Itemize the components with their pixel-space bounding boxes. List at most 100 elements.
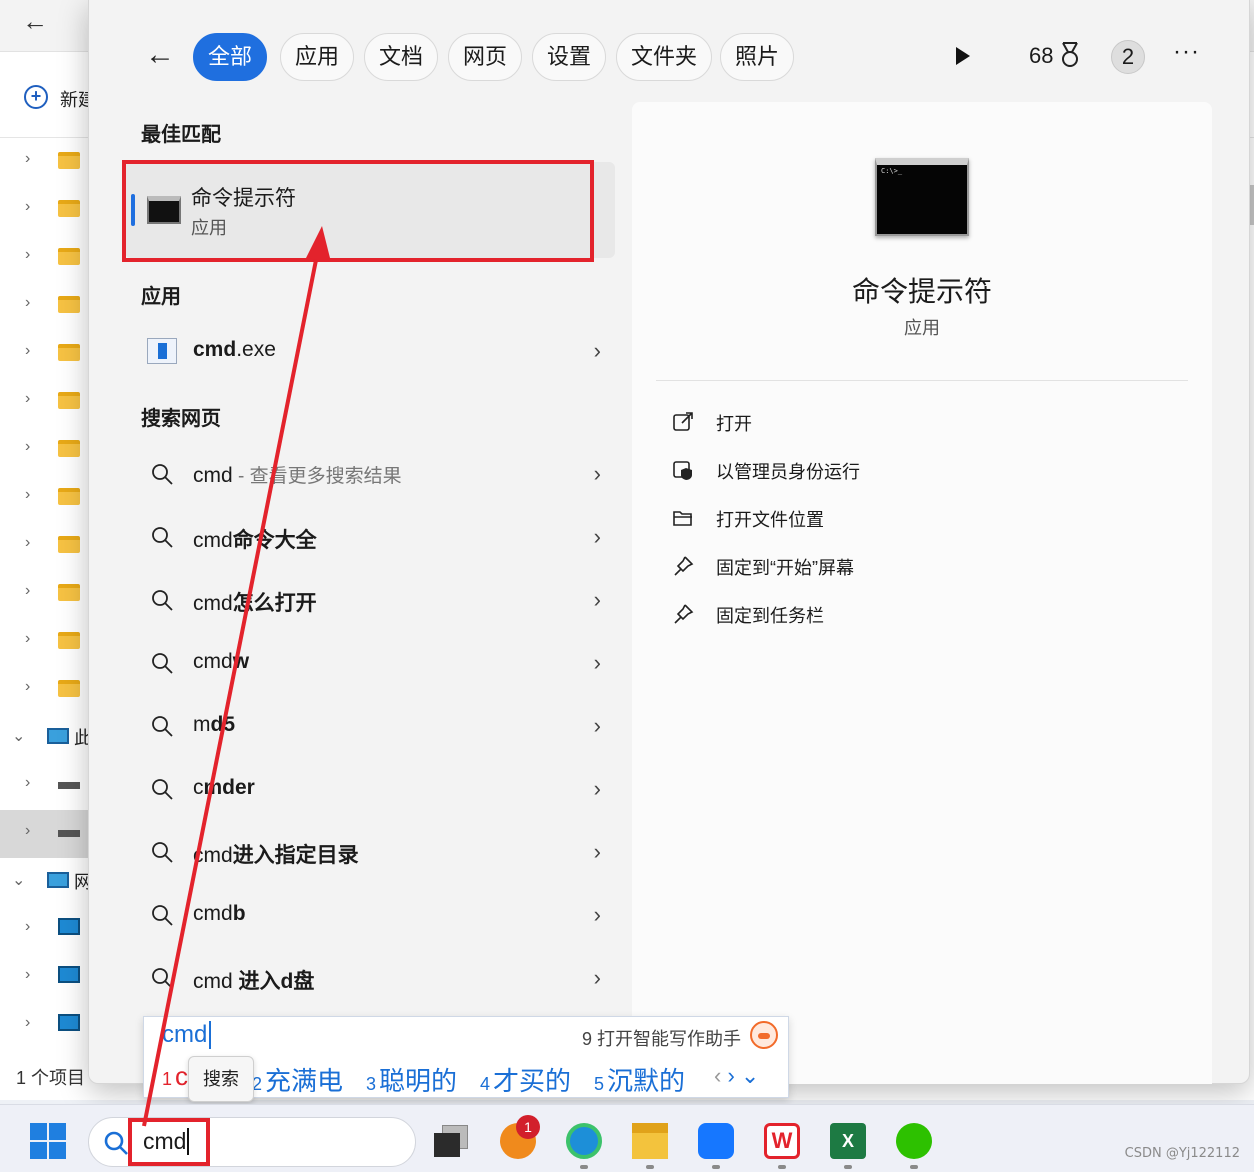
- ime-writing-assistant[interactable]: 9 打开智能写作助手: [582, 1025, 741, 1051]
- chevron-right-icon[interactable]: ›: [25, 438, 30, 456]
- app-result-cmd-exe[interactable]: cmd.exe ›: [125, 324, 615, 382]
- ime-candidate[interactable]: 1c: [162, 1061, 188, 1092]
- web-result-item[interactable]: cmd - 查看更多搜索结果 ›: [125, 447, 615, 505]
- tab-documents[interactable]: 文档: [364, 33, 439, 81]
- account-badge[interactable]: 2: [1111, 40, 1145, 74]
- chevron-right-icon[interactable]: ›: [25, 486, 30, 504]
- candidate-text: 才买的: [493, 1066, 572, 1096]
- tree-item[interactable]: ›: [0, 378, 90, 426]
- folder-icon: [58, 248, 80, 265]
- exe-file-icon: [147, 338, 177, 364]
- chevron-right-icon[interactable]: ›: [25, 150, 30, 168]
- web-result-item[interactable]: md5 ›: [125, 699, 615, 757]
- search-icon: [152, 590, 173, 611]
- chevron-right-icon[interactable]: ›: [25, 678, 30, 696]
- tree-item[interactable]: ›: [0, 234, 90, 282]
- chevron-right-icon[interactable]: ›: [594, 713, 601, 739]
- web-result-item[interactable]: cmd进入指定目录 ›: [125, 825, 615, 883]
- chevron-right-icon[interactable]: ›: [25, 918, 30, 936]
- detail-title: 命令提示符: [851, 276, 992, 307]
- tree-item-this-pc[interactable]: ⌄ 此: [0, 714, 92, 762]
- chevron-right-icon[interactable]: ›: [25, 966, 30, 984]
- rewards-points[interactable]: 68: [1029, 43, 1053, 69]
- search-tooltip: 搜索: [188, 1056, 254, 1102]
- chevron-down-icon[interactable]: ⌄: [741, 1063, 759, 1088]
- medal-icon[interactable]: [1061, 42, 1079, 68]
- tab-settings[interactable]: 设置: [532, 33, 607, 81]
- chevron-right-icon[interactable]: ›: [25, 1014, 30, 1032]
- wps-office-icon[interactable]: W: [764, 1123, 800, 1159]
- chevron-down-icon[interactable]: ⌄: [12, 870, 25, 890]
- ime-candidate[interactable]: 5 沉默的: [594, 1061, 685, 1098]
- tree-item[interactable]: ›: [0, 282, 90, 330]
- ime-candidate[interactable]: 2 充满电: [252, 1061, 343, 1098]
- chevron-right-icon[interactable]: ›: [727, 1063, 734, 1088]
- chevron-right-icon[interactable]: ›: [25, 630, 30, 648]
- tree-item[interactable]: ›: [0, 762, 90, 810]
- excel-icon[interactable]: X: [830, 1123, 866, 1159]
- tree-item[interactable]: ›: [0, 1002, 90, 1050]
- chevron-right-icon[interactable]: ›: [25, 822, 30, 840]
- tree-item[interactable]: ›: [0, 570, 90, 618]
- chevron-right-icon[interactable]: ›: [25, 198, 30, 216]
- new-plus-icon[interactable]: +: [24, 85, 48, 109]
- chevron-left-icon[interactable]: ‹: [714, 1063, 721, 1088]
- assistant-bot-icon[interactable]: [750, 1021, 778, 1049]
- web-result-item[interactable]: cmd 进入d盘 ›: [125, 951, 615, 1009]
- chevron-right-icon[interactable]: ›: [594, 839, 601, 865]
- chevron-right-icon[interactable]: ›: [25, 246, 30, 264]
- chevron-right-icon[interactable]: ›: [594, 965, 601, 991]
- tab-web[interactable]: 网页: [448, 33, 523, 81]
- tree-item[interactable]: ›: [0, 666, 90, 714]
- explorer-back-icon[interactable]: ←: [22, 6, 48, 37]
- file-explorer-icon[interactable]: [632, 1123, 668, 1159]
- tree-item[interactable]: ›: [0, 426, 90, 474]
- feishu-icon[interactable]: [698, 1123, 734, 1159]
- tab-photos[interactable]: 照片: [720, 33, 795, 81]
- chevron-right-icon[interactable]: ›: [25, 342, 30, 360]
- chevron-right-icon[interactable]: ›: [25, 774, 30, 792]
- tree-item[interactable]: ›: [0, 522, 90, 570]
- web-result-item[interactable]: cmder ›: [125, 762, 615, 820]
- tree-item[interactable]: ›: [0, 954, 90, 1002]
- ime-candidate[interactable]: 4 才买的: [480, 1061, 571, 1098]
- chevron-right-icon[interactable]: ›: [25, 534, 30, 552]
- chevron-right-icon[interactable]: ›: [594, 650, 601, 676]
- tree-item[interactable]: ›: [0, 186, 90, 234]
- ime-page-nav[interactable]: ‹ › ⌄: [714, 1063, 759, 1089]
- tab-apps[interactable]: 应用: [280, 33, 355, 81]
- ime-candidate[interactable]: 3 聪明的: [366, 1061, 457, 1098]
- play-icon[interactable]: [956, 47, 970, 65]
- ime-composition-text[interactable]: cmd: [162, 1021, 212, 1049]
- chevron-right-icon[interactable]: ›: [25, 390, 30, 408]
- chevron-right-icon[interactable]: ›: [594, 524, 601, 550]
- tab-folders[interactable]: 文件夹: [616, 33, 713, 81]
- tree-item[interactable]: ›: [0, 330, 90, 378]
- wechat-icon[interactable]: [896, 1123, 932, 1159]
- tree-item[interactable]: ›: [0, 138, 90, 186]
- chevron-right-icon[interactable]: ›: [594, 461, 601, 487]
- tree-item[interactable]: ›: [0, 618, 90, 666]
- edge-browser-icon[interactable]: [566, 1123, 602, 1159]
- chevron-right-icon[interactable]: ›: [594, 902, 601, 928]
- chevron-right-icon[interactable]: ›: [25, 582, 30, 600]
- chevron-right-icon[interactable]: ›: [594, 338, 601, 364]
- tree-item-network[interactable]: ⌄ 网: [0, 858, 92, 906]
- web-result-item[interactable]: cmdb ›: [125, 888, 615, 946]
- tab-all[interactable]: 全部: [193, 33, 268, 81]
- chevron-right-icon[interactable]: ›: [594, 776, 601, 802]
- back-arrow-icon[interactable]: ←: [145, 40, 175, 70]
- tree-item-selected[interactable]: ›: [0, 810, 90, 858]
- web-result-item[interactable]: cmd命令大全 ›: [125, 510, 615, 568]
- windows-start-icon[interactable]: [30, 1123, 66, 1159]
- more-options-icon[interactable]: ···: [1173, 38, 1200, 66]
- chevron-down-icon[interactable]: ⌄: [12, 726, 25, 746]
- task-view-icon[interactable]: [434, 1123, 470, 1159]
- section-web-search: 搜索网页: [141, 408, 221, 430]
- tree-item[interactable]: ›: [0, 474, 90, 522]
- chevron-right-icon[interactable]: ›: [594, 587, 601, 613]
- chevron-right-icon[interactable]: ›: [25, 294, 30, 312]
- tree-item[interactable]: ›: [0, 906, 90, 954]
- web-result-item[interactable]: cmdw ›: [125, 636, 615, 694]
- web-result-item[interactable]: cmd怎么打开 ›: [125, 573, 615, 631]
